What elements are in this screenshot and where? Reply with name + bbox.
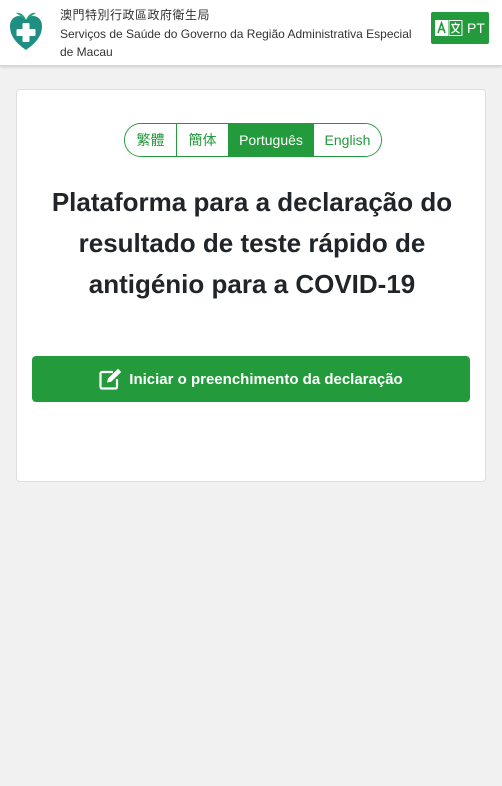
language-switch-label: PT: [467, 20, 485, 36]
language-option-traditional-chinese[interactable]: 繁體: [125, 124, 177, 156]
edit-icon: [99, 368, 122, 390]
main-card: 繁體 簡体 Português English Plataforma para …: [16, 89, 486, 482]
language-option-portuguese[interactable]: Português: [229, 124, 314, 156]
health-bureau-logo-icon: [10, 12, 42, 50]
language-option-english[interactable]: English: [314, 124, 381, 156]
translate-icon: [435, 20, 463, 36]
start-declaration-button[interactable]: Iniciar o preenchimento da declaração: [32, 356, 470, 402]
org-name-portuguese: Serviços de Saúde do Governo da Região A…: [60, 27, 412, 59]
org-name-chinese: 澳門特別行政區政府衛生局: [60, 8, 211, 22]
top-header: 澳門特別行政區政府衛生局 Serviços de Saúde do Govern…: [0, 0, 502, 66]
language-switch-button[interactable]: PT: [431, 12, 489, 44]
language-selector: 繁體 簡体 Português English: [124, 123, 382, 157]
start-declaration-label: Iniciar o preenchimento da declaração: [129, 370, 403, 388]
language-option-simplified-chinese[interactable]: 簡体: [177, 124, 229, 156]
page-title: Plataforma para a declaração do resultad…: [51, 187, 453, 299]
